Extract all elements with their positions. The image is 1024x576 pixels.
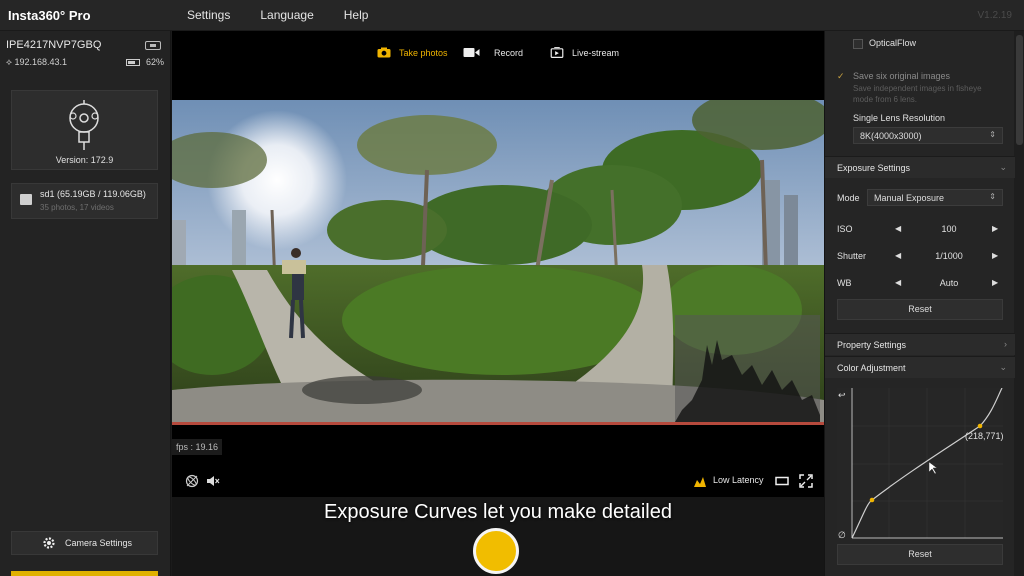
storage-card[interactable]: sd1 (65.19GB / 119.06GB) 35 photos, 17 v… [11, 183, 158, 219]
panorama-image [172, 100, 824, 425]
mode-record[interactable]: Record [463, 47, 523, 58]
wb-value: Auto [939, 278, 959, 288]
mode-value: Manual Exposure [874, 193, 945, 203]
sidebar: IPE4217NVP7GBQ ⟡ 192.168.43.1 62% Versio… [0, 31, 171, 576]
wb-increase-icon[interactable]: ▶ [992, 278, 998, 287]
select-arrow-icon: ⇕ [989, 192, 996, 201]
section-property-settings[interactable]: Property Settings › [825, 333, 1015, 355]
iso-increase-icon[interactable]: ▶ [992, 224, 998, 233]
exposure-settings-label: Exposure Settings [837, 163, 911, 173]
mode-take-photos[interactable]: Take photos [377, 47, 448, 58]
property-settings-label: Property Settings [837, 340, 907, 350]
storage-title: sd1 (65.19GB / 119.06GB) [40, 189, 146, 199]
panel-scrollbar[interactable] [1014, 31, 1024, 576]
live-stream-icon [550, 47, 564, 58]
app-version: V1.2.19 [977, 10, 1012, 21]
storage-counts: 35 photos, 17 videos [40, 203, 114, 212]
gear-icon [43, 537, 55, 549]
gyro-icon[interactable] [185, 474, 199, 488]
camera-connection-icon[interactable] [145, 41, 161, 50]
iso-label: ISO [837, 224, 853, 234]
curve-point-coords: (218,771) [965, 431, 1004, 441]
iso-value: 100 [941, 224, 957, 234]
battery-icon [126, 59, 140, 66]
settings-panel: OpticalFlow ✓ Save six original images S… [824, 31, 1024, 576]
curve-point-high[interactable] [977, 423, 983, 429]
mode-label: Mode [837, 193, 860, 203]
exposure-curve-editor[interactable]: ↩ ∅ [837, 388, 1003, 540]
wb-label: WB [837, 278, 852, 288]
mode-live-stream[interactable]: Live-stream [550, 47, 619, 58]
menu-language[interactable]: Language [245, 0, 328, 31]
wb-decrease-icon[interactable]: ◀ [895, 278, 901, 287]
save-six-label: Save six original images [853, 71, 951, 81]
camera-card[interactable]: Version: 172.9 [11, 90, 158, 170]
menu-settings[interactable]: Settings [172, 0, 245, 31]
yellow-action-bar[interactable] [11, 571, 158, 576]
low-latency-label: Low Latency [713, 475, 764, 485]
exposure-reset-button[interactable]: Reset [837, 299, 1003, 320]
menu-bar: Settings Language Help [172, 0, 383, 31]
mute-icon[interactable] [206, 474, 220, 488]
top-bar: Insta360° Pro Settings Language Help V1.… [0, 0, 1024, 31]
record-label: Record [494, 47, 524, 58]
camera-settings-label: Camera Settings [65, 538, 133, 548]
shutter-decrease-icon[interactable]: ◀ [895, 251, 901, 260]
camera-version: Version: 172.9 [55, 155, 114, 165]
single-lens-select[interactable]: 8K(4000x3000) ⇕ [853, 127, 1003, 144]
aspect-icon[interactable] [775, 474, 789, 488]
take-photos-label: Take photos [399, 47, 448, 58]
save-six-desc-2: mode from 6 lens. [853, 95, 918, 104]
undo-icon[interactable]: ↩ [838, 391, 846, 401]
app-logo: Insta360° Pro [8, 8, 91, 23]
low-latency-icon[interactable] [693, 474, 707, 488]
checkmark-icon[interactable]: ✓ [837, 71, 845, 82]
iso-decrease-icon[interactable]: ◀ [895, 224, 901, 233]
menu-help[interactable]: Help [329, 0, 384, 31]
empty-set-icon: ∅ [838, 531, 846, 540]
video-camera-icon [463, 48, 480, 57]
section-color-adjustment[interactable]: Color Adjustment ⌄ [825, 356, 1015, 378]
fps-readout: fps : 19.16 [172, 439, 223, 455]
chevron-down-icon: ⌄ [999, 162, 1007, 172]
device-id: IPE4217NVP7GBQ [6, 39, 102, 51]
color-adjustment-label: Color Adjustment [837, 363, 906, 373]
live-stream-label: Live-stream [572, 47, 620, 58]
camera-icon [377, 47, 391, 58]
curve-point-low[interactable] [869, 497, 875, 503]
single-lens-title: Single Lens Resolution [853, 113, 946, 123]
ip-text: 192.168.43.1 [14, 57, 68, 67]
subtitle-caption: Exposure Curves let you make detailed [324, 501, 672, 523]
chevron-down-icon: ⌄ [999, 362, 1007, 372]
shutter-label: Shutter [837, 251, 867, 261]
chevron-right-icon: › [1004, 339, 1007, 349]
select-arrow-icon: ⇕ [989, 130, 996, 139]
battery-level: 62% [146, 57, 165, 67]
preview-controls: fps : 19.16 Low Latency [172, 425, 824, 497]
shutter-increase-icon[interactable]: ▶ [992, 251, 998, 260]
optical-flow-label: OpticalFlow [869, 38, 917, 48]
mode-select[interactable]: Manual Exposure ⇕ [867, 189, 1003, 206]
preview-area: Take photos Record Live-stream fps: 19.… [172, 31, 824, 576]
single-lens-value: 8K(4000x3000) [860, 131, 922, 141]
color-reset-button[interactable]: Reset [837, 544, 1003, 565]
ip-address: ⟡ 192.168.43.1 [6, 57, 67, 68]
scroll-thumb[interactable] [1016, 35, 1023, 145]
sd-card-icon [20, 194, 32, 205]
camera-360-icon [69, 100, 99, 150]
panorama-preview[interactable] [172, 100, 824, 425]
save-six-desc-1: Save independent images in fisheye [853, 84, 982, 93]
section-exposure-settings[interactable]: Exposure Settings ⌄ [825, 156, 1015, 178]
optical-flow-checkbox[interactable] [853, 39, 863, 49]
camera-settings-button[interactable]: Camera Settings [11, 531, 158, 555]
fullscreen-icon[interactable] [799, 474, 813, 488]
shutter-button[interactable] [473, 528, 519, 574]
shutter-value: 1/1000 [935, 251, 963, 261]
mode-bar: Take photos Record Live-stream [172, 31, 824, 100]
